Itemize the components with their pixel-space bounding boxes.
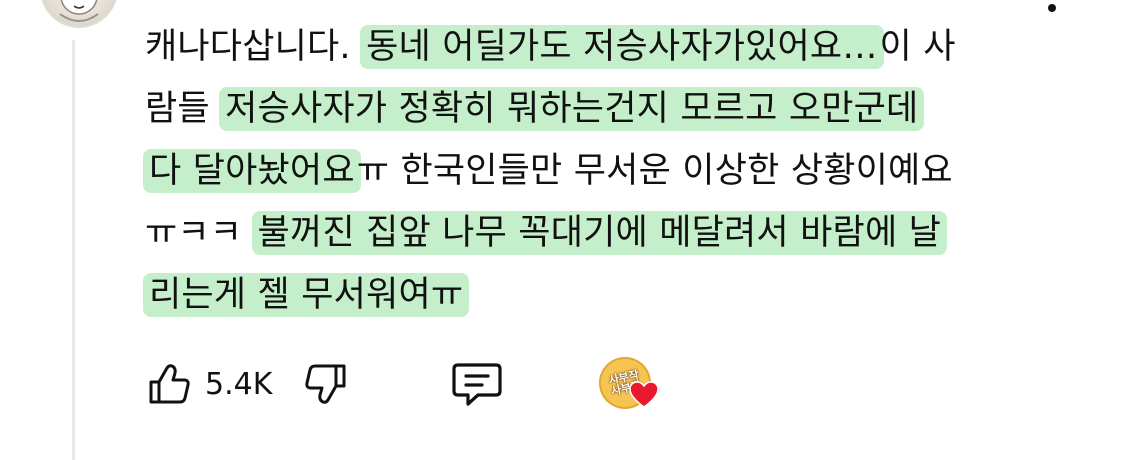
- comment-line: 캐나다삽니다. 동네 어딜가도 저승사자가있어요…이 사: [145, 16, 1065, 78]
- thumbs-down-icon: [305, 364, 346, 404]
- comment-text: 람들: [145, 89, 222, 129]
- reply-button[interactable]: [450, 359, 504, 409]
- comment-line: 다 달아놨어요ㅠ 한국인들만 무서운 이상한 상황이예요: [143, 140, 1065, 202]
- highlighted-text: 다 달아놨어요: [143, 149, 361, 193]
- like-button[interactable]: [145, 360, 193, 408]
- comment-actions: 5.4K 사부작 사부작: [145, 352, 660, 414]
- more-options-icon[interactable]: [1048, 4, 1056, 12]
- highlighted-text: 리는게 젤 무서워여ㅠ: [143, 273, 470, 317]
- thread-line: [72, 40, 75, 460]
- creator-heart-badge: 사부작 사부작: [594, 352, 660, 414]
- avatar[interactable]: [40, 0, 118, 28]
- user-avatar-icon: [59, 0, 99, 22]
- comment-line: 람들 저승사자가 정확히 뭐하는건지 모르고 오만군데: [145, 78, 1065, 140]
- comment-text: ㅠ 한국인들만 무서운 이상한 상황이예요: [356, 151, 953, 191]
- comment-text: 캐나다삽니다.: [145, 27, 363, 67]
- creator-heart-icon: [629, 381, 660, 408]
- comment-body: 캐나다삽니다. 동네 어딜가도 저승사자가있어요…이 사 람들 저승사자가 정확…: [143, 16, 1065, 326]
- highlighted-text: 불꺼진 집앞 나무 꼭대기에 메달려서 바람에 날: [251, 211, 948, 255]
- highlighted-text: 저승사자가 정확히 뭐하는건지 모르고 오만군데: [219, 87, 925, 131]
- comment-line: ㅠㅋㅋ 불꺼진 집앞 나무 꼭대기에 메달려서 바람에 날: [145, 202, 1065, 264]
- comment-line: 리는게 젤 무서워여ㅠ: [143, 264, 1065, 326]
- comment-text: ㅠㅋㅋ: [145, 213, 254, 253]
- dislike-button[interactable]: [302, 360, 350, 408]
- like-count: 5.4K: [205, 366, 273, 402]
- thumbs-up-icon: [149, 364, 190, 404]
- comment-text: 이 사: [879, 27, 956, 67]
- highlighted-text: 동네 어딜가도 저승사자가있어요…: [360, 25, 884, 69]
- comment-icon: [452, 363, 502, 406]
